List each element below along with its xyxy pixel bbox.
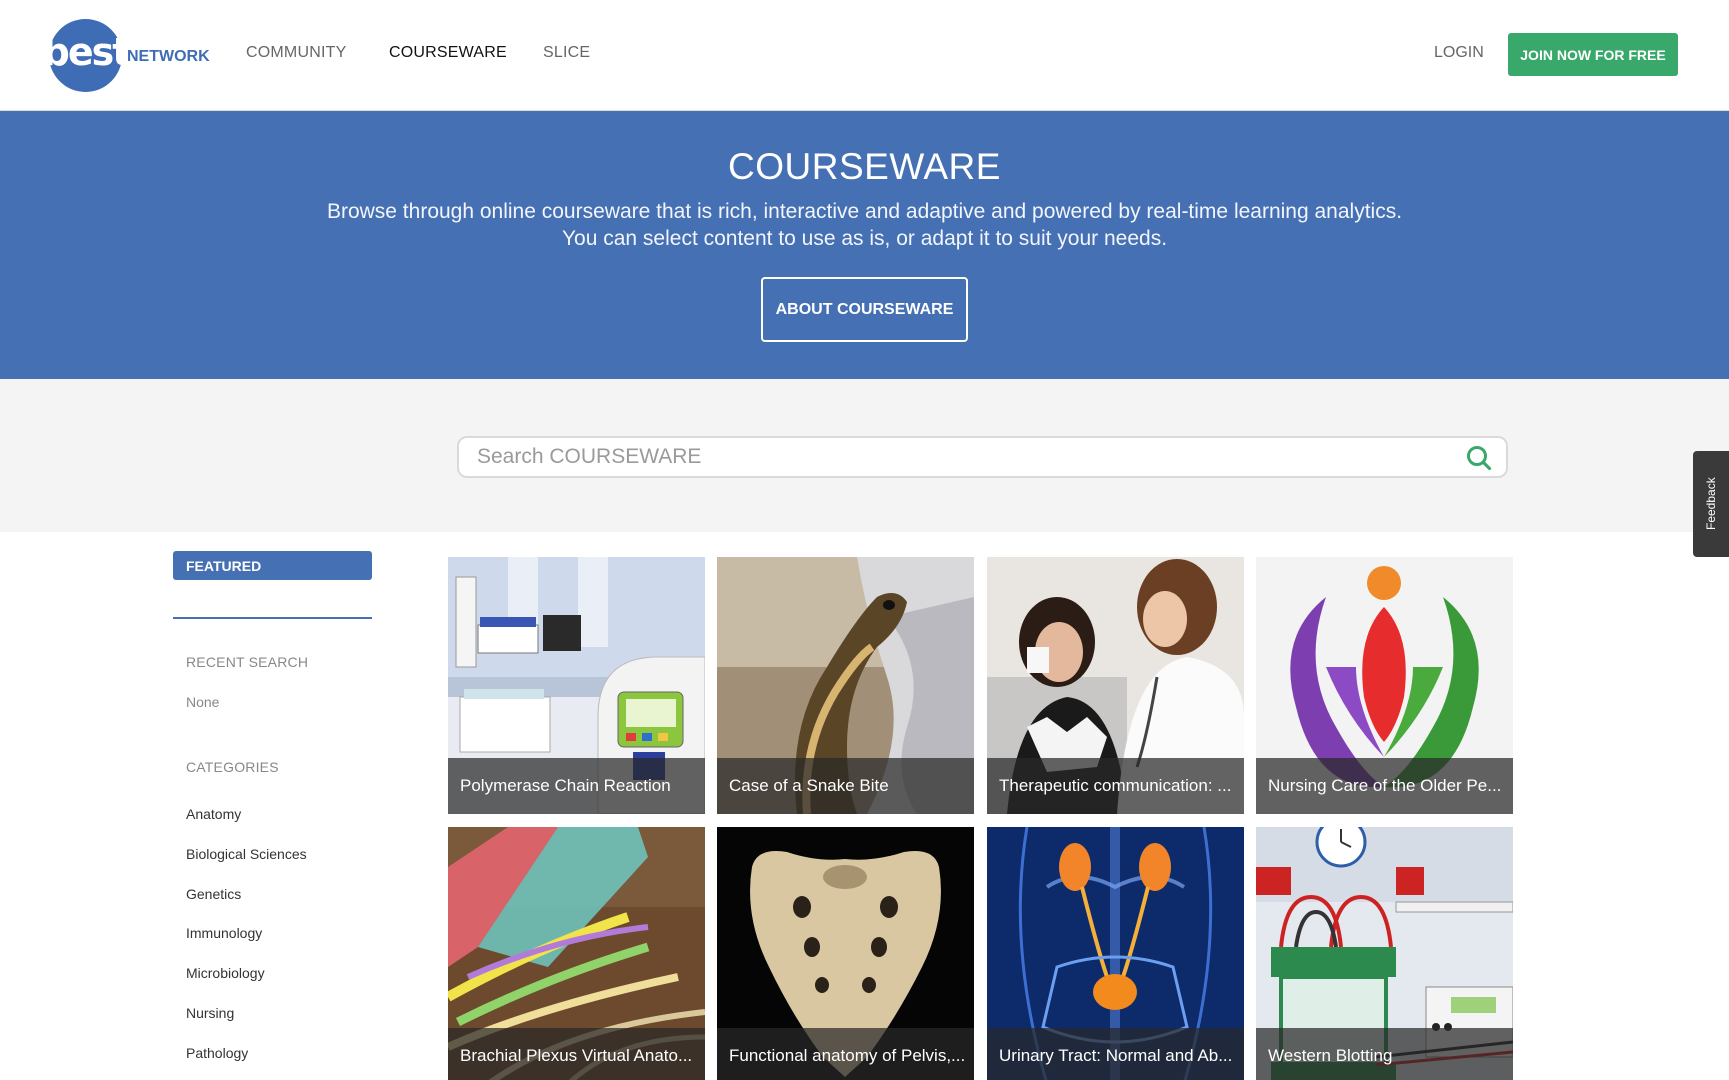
nav-community[interactable]: COMMUNITY xyxy=(246,44,346,62)
recent-search-heading: RECENT SEARCH xyxy=(186,654,309,670)
hero-description-line-1: Browse through online courseware that is… xyxy=(326,200,1403,223)
join-now-button[interactable]: JOIN NOW FOR FREE xyxy=(1508,33,1678,76)
course-card-pcr[interactable]: Polymerase Chain Reaction xyxy=(448,557,705,814)
course-title: Case of a Snake Bite xyxy=(717,758,974,814)
course-title: Urinary Tract: Normal and Ab... xyxy=(987,1028,1244,1080)
course-title: Polymerase Chain Reaction xyxy=(448,758,705,814)
hero-description-line-2: You can select content to use as is, or … xyxy=(561,227,1168,250)
featured-filter-button[interactable]: FEATURED xyxy=(173,551,372,580)
nav-slice[interactable]: SLICE xyxy=(543,44,590,62)
about-courseware-button[interactable]: ABOUT COURSEWARE xyxy=(761,277,968,342)
sidebar-divider xyxy=(173,617,372,619)
course-card-therapeutic-communication[interactable]: Therapeutic communication: ... xyxy=(987,557,1244,814)
feedback-tab[interactable]: Feedback xyxy=(1693,451,1729,557)
feedback-label: Feedback xyxy=(1704,477,1718,531)
course-title: Nursing Care of the Older Pe... xyxy=(1256,758,1513,814)
page-title: COURSEWARE xyxy=(728,146,1001,187)
category-immunology[interactable]: Immunology xyxy=(186,925,262,941)
course-title: Brachial Plexus Virtual Anato... xyxy=(448,1028,705,1080)
category-pathology[interactable]: Pathology xyxy=(186,1045,248,1061)
course-card-snake-bite[interactable]: Case of a Snake Bite xyxy=(717,557,974,814)
course-title: Western Blotting xyxy=(1256,1028,1513,1080)
search-bar xyxy=(457,436,1508,478)
course-card-pelvis-anatomy[interactable]: Functional anatomy of Pelvis,... xyxy=(717,827,974,1080)
search-icon[interactable] xyxy=(1466,445,1492,471)
course-card-brachial-plexus[interactable]: Brachial Plexus Virtual Anato... xyxy=(448,827,705,1080)
search-input[interactable] xyxy=(477,438,1437,476)
category-biological-sciences[interactable]: Biological Sciences xyxy=(186,846,307,862)
course-card-western-blotting[interactable]: Western Blotting xyxy=(1256,827,1513,1080)
login-link[interactable]: LOGIN xyxy=(1434,44,1484,62)
course-title: Therapeutic communication: ... xyxy=(987,758,1244,814)
category-nursing[interactable]: Nursing xyxy=(186,1005,234,1021)
categories-heading: CATEGORIES xyxy=(186,759,279,775)
course-card-urinary-tract[interactable]: Urinary Tract: Normal and Ab... xyxy=(987,827,1244,1080)
category-anatomy[interactable]: Anatomy xyxy=(186,806,241,822)
hero-banner: COURSEWARE Browse through online coursew… xyxy=(0,111,1729,379)
hero-description: Browse through online courseware that is… xyxy=(0,198,1729,252)
logo-mark: best xyxy=(43,18,130,92)
course-title: Functional anatomy of Pelvis,... xyxy=(717,1028,974,1080)
best-network-logo[interactable]: best NETWORK xyxy=(43,18,210,92)
search-section xyxy=(0,379,1729,532)
logo-wordmark: NETWORK xyxy=(127,48,210,65)
course-card-nursing-care-older-people[interactable]: Nursing Care of the Older Pe... xyxy=(1256,557,1513,814)
nav-courseware[interactable]: COURSEWARE xyxy=(389,44,507,62)
category-microbiology[interactable]: Microbiology xyxy=(186,965,265,981)
category-genetics[interactable]: Genetics xyxy=(186,886,241,902)
top-navbar: best NETWORK COMMUNITY COURSEWARE SLICE … xyxy=(0,0,1729,111)
recent-search-value: None xyxy=(186,694,220,710)
